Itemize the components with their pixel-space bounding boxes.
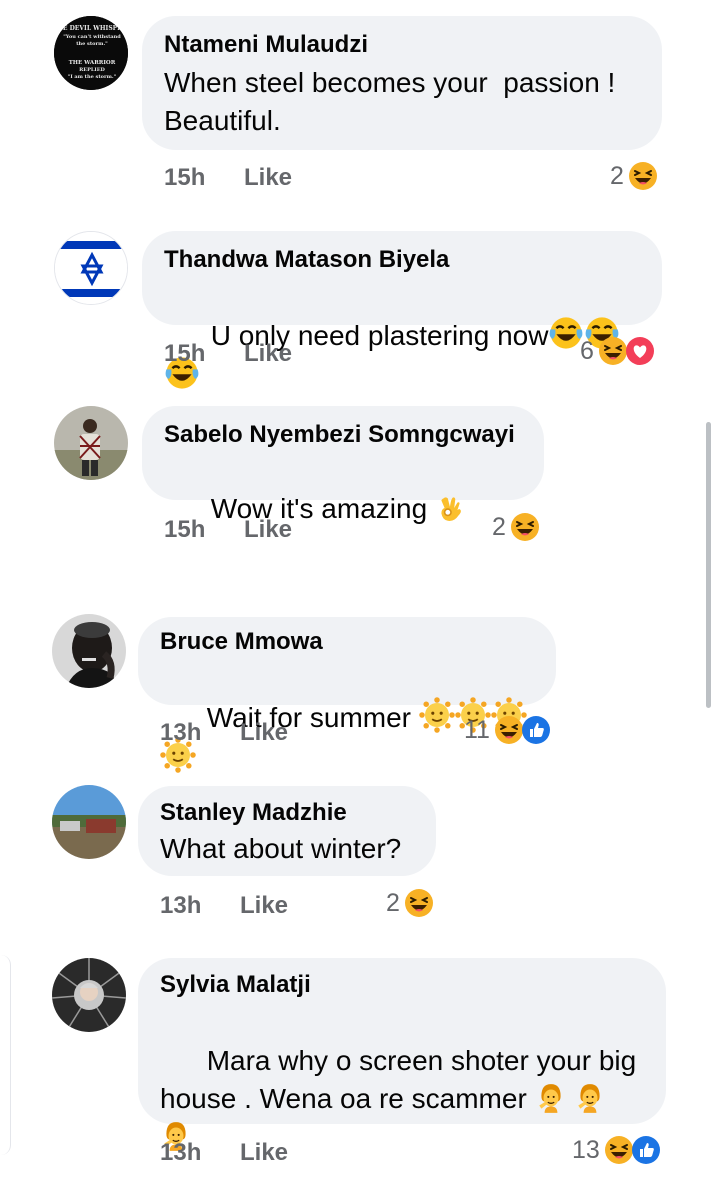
- comment-bubble[interactable]: Bruce Mmowa Wait for summer: [138, 617, 556, 705]
- like-reaction-icon: [631, 1135, 661, 1165]
- reaction-count: 13: [572, 1135, 600, 1164]
- comment-time[interactable]: 15h: [164, 516, 205, 544]
- reaction-summary[interactable]: 6: [580, 336, 655, 366]
- comment-time[interactable]: 13h: [160, 892, 201, 920]
- comment-bubble[interactable]: Ntameni Mulaudzi When steel becomes your…: [142, 16, 662, 150]
- svg-text:"I am the storm.": "I am the storm.": [68, 74, 117, 80]
- adjacent-panel-edge: [0, 955, 11, 1155]
- comment-text: Wait for summer: [206, 702, 419, 733]
- haha-reaction-icon: [510, 512, 540, 542]
- like-reaction-icon: [521, 715, 551, 745]
- svg-text:"You can't withstand: "You can't withstand: [63, 34, 121, 40]
- haha-reaction-icon: [598, 336, 628, 366]
- author-name[interactable]: Sylvia Malatji: [160, 970, 644, 1000]
- avatar[interactable]: [52, 614, 126, 688]
- reaction-summary[interactable]: 11: [464, 715, 551, 745]
- comment-time[interactable]: 15h: [164, 340, 205, 368]
- love-reaction-icon: [625, 336, 655, 366]
- comment-text-row: Wow it's amazing: [164, 452, 522, 566]
- haha-reaction-icon: [404, 888, 434, 918]
- comment-bubble[interactable]: Sabelo Nyembezi Somngcwayi Wow it's amaz…: [142, 406, 544, 524]
- reaction-summary[interactable]: 13: [572, 1135, 661, 1165]
- comment-bubble[interactable]: Thandwa Matason Biyela U only need plast…: [142, 231, 662, 325]
- reaction-summary[interactable]: 2: [610, 161, 658, 191]
- avatar[interactable]: HE DEVIL WHISPER "You can't withstand th…: [54, 16, 128, 90]
- comment-text: When steel becomes your passion ! Beauti…: [164, 67, 616, 136]
- comment-text-row: Mara why o screen shoter your big house …: [160, 1004, 644, 1194]
- reaction-summary[interactable]: 2: [386, 888, 434, 918]
- svg-text:HE DEVIL WHISPER: HE DEVIL WHISPER: [57, 25, 128, 32]
- author-name[interactable]: Bruce Mmowa: [160, 627, 534, 657]
- reaction-count: 6: [580, 336, 594, 365]
- ok-hand-emoji-icon: [435, 492, 467, 524]
- like-button[interactable]: Like: [240, 892, 288, 920]
- comment-time[interactable]: 13h: [160, 719, 201, 747]
- svg-text:REPLIED: REPLIED: [79, 67, 105, 73]
- like-button[interactable]: Like: [240, 719, 288, 747]
- avatar[interactable]: [54, 231, 128, 305]
- sun-face-emoji-icon: [419, 697, 455, 733]
- reaction-count: 2: [386, 888, 400, 917]
- like-button[interactable]: Like: [240, 1139, 288, 1167]
- person-facepalming-emoji-icon: [574, 1082, 606, 1114]
- scrollbar[interactable]: [706, 422, 711, 708]
- haha-reaction-icon: [604, 1135, 634, 1165]
- author-name[interactable]: Stanley Madzhie: [160, 798, 414, 828]
- reaction-summary[interactable]: 2: [492, 512, 540, 542]
- author-name[interactable]: Ntameni Mulaudzi: [164, 30, 640, 60]
- svg-text:THE WARRIOR: THE WARRIOR: [69, 60, 116, 66]
- svg-text:the storm.": the storm.": [76, 41, 108, 47]
- haha-reaction-icon: [494, 715, 524, 745]
- comment-time[interactable]: 15h: [164, 164, 205, 192]
- reaction-count: 2: [610, 161, 624, 190]
- person-facepalming-emoji-icon: [535, 1082, 567, 1114]
- comment-bubble[interactable]: Sylvia Malatji Mara why o screen shoter …: [138, 958, 666, 1124]
- comment-time[interactable]: 13h: [160, 1139, 201, 1167]
- avatar[interactable]: [54, 406, 128, 480]
- like-button[interactable]: Like: [244, 516, 292, 544]
- author-name[interactable]: Thandwa Matason Biyela: [164, 245, 640, 275]
- like-button[interactable]: Like: [244, 340, 292, 368]
- author-name[interactable]: Sabelo Nyembezi Somngcwayi: [164, 420, 522, 450]
- avatar[interactable]: [52, 958, 126, 1032]
- comment-text: What about winter?: [160, 833, 402, 864]
- reaction-count: 11: [464, 715, 490, 744]
- reaction-count: 2: [492, 512, 506, 541]
- comment-bubble[interactable]: Stanley Madzhie What about winter?: [138, 786, 436, 876]
- like-button[interactable]: Like: [244, 164, 292, 192]
- avatar[interactable]: [52, 785, 126, 859]
- haha-reaction-icon: [628, 161, 658, 191]
